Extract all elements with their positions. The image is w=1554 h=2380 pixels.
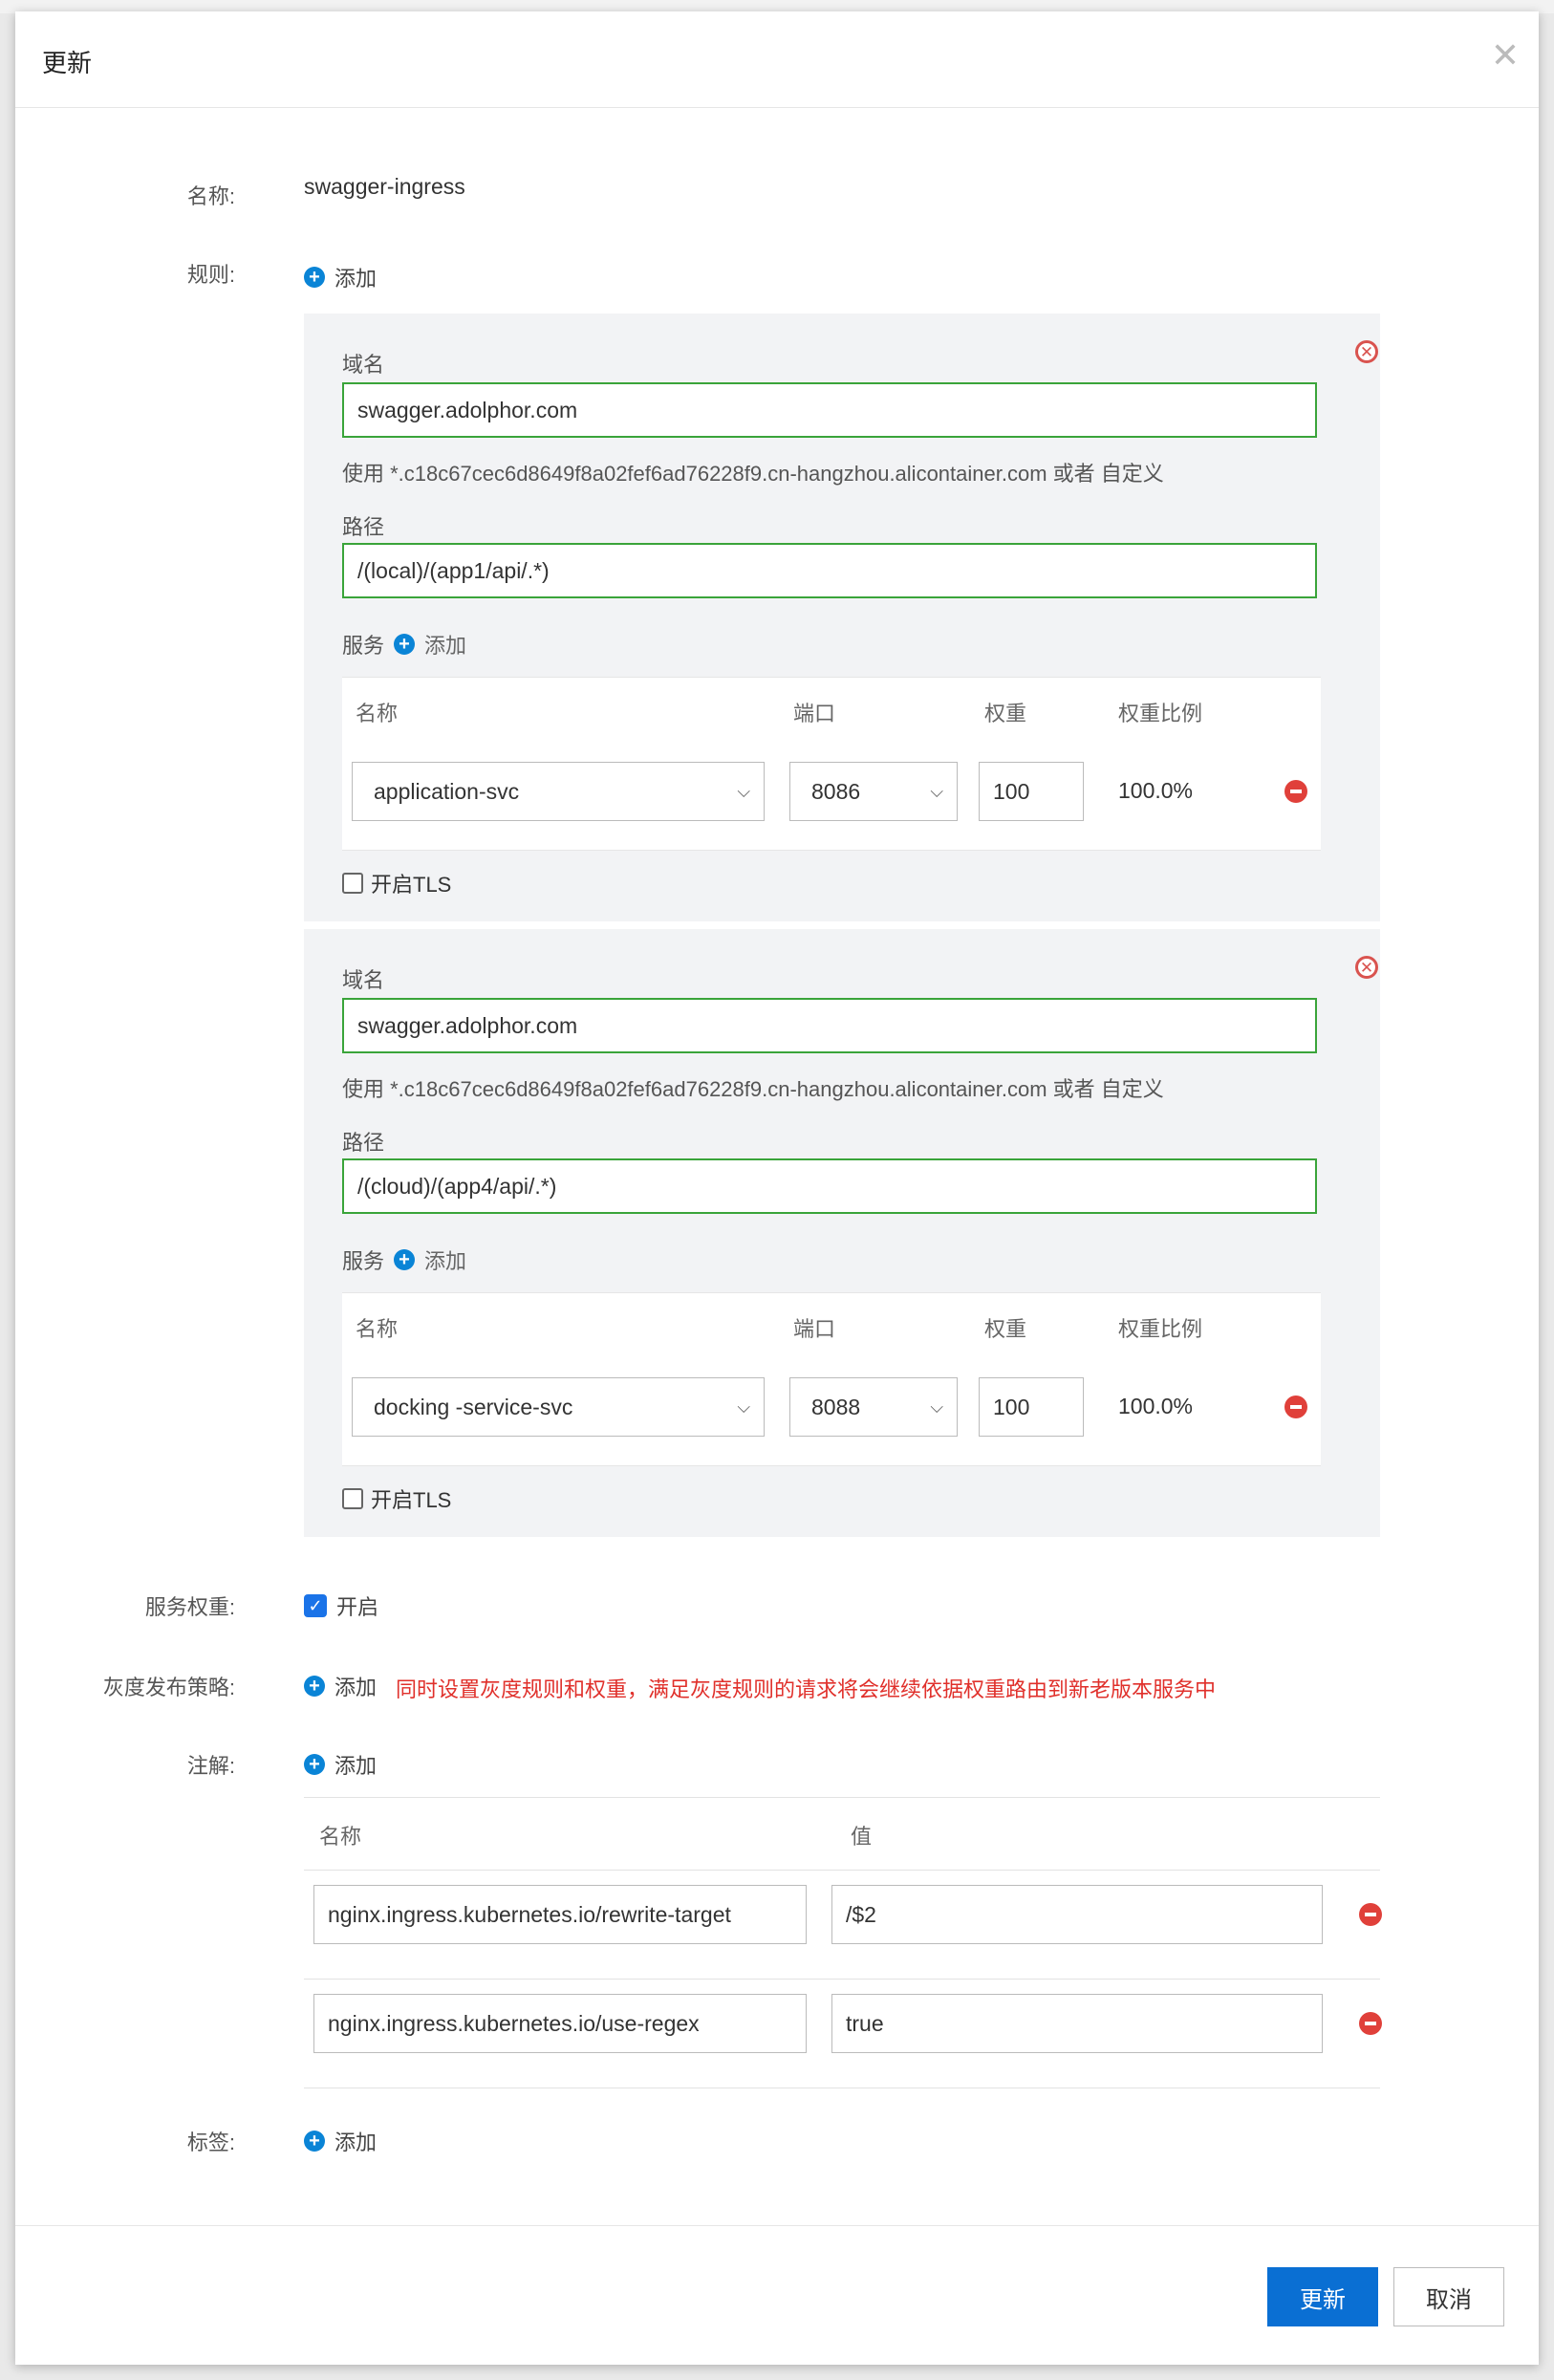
update-dialog: 更新 ✕ 名称: swagger-ingress 规则: + 添加 ✕ 域名 s… — [15, 11, 1539, 2365]
footer-divider — [15, 2225, 1539, 2226]
plus-icon: + — [304, 1676, 325, 1697]
delete-rule-icon[interactable]: ✕ — [1355, 956, 1378, 979]
plus-icon: + — [304, 2131, 325, 2152]
rules-label: 规则: — [186, 263, 235, 287]
tls-checkbox[interactable]: 开启TLS — [342, 1483, 451, 1514]
weight-ratio: 100.0% — [1118, 778, 1194, 803]
domain-input[interactable]: swagger.adolphor.com — [342, 382, 1317, 438]
col-port: 端口 — [793, 702, 836, 725]
remove-service-icon[interactable] — [1284, 1396, 1307, 1418]
tls-checkbox[interactable]: 开启TLS — [342, 868, 451, 898]
service-name-value: application-svc — [374, 779, 520, 804]
col-ratio: 权重比例 — [1118, 702, 1203, 725]
service-name-select[interactable]: docking -service-svc ⌵ — [352, 1377, 765, 1437]
service-weight-checkbox[interactable]: ✓ 开启 — [304, 1590, 378, 1621]
chevron-down-icon: ⌵ — [737, 782, 750, 801]
checkmark-icon: ✓ — [304, 1594, 327, 1617]
plus-icon: + — [394, 634, 416, 655]
annotation-name-input[interactable]: nginx.ingress.kubernetes.io/rewrite-targ… — [313, 1885, 807, 1944]
service-add-row[interactable]: 服务 + 添加 — [342, 629, 466, 660]
chevron-down-icon: ⌵ — [930, 782, 943, 801]
domain-input[interactable]: swagger.adolphor.com — [342, 998, 1317, 1053]
col-name: 名称 — [356, 702, 399, 725]
checkbox-icon — [342, 1488, 363, 1509]
service-label: 服务 — [342, 1249, 385, 1273]
gray-release-note: 同时设置灰度规则和权重，满足灰度规则的请求将会继续依据权重路由到新老版本服务中 — [396, 1677, 1217, 1701]
ingress-name: swagger-ingress — [304, 174, 465, 199]
service-port-select[interactable]: 8088 ⌵ — [789, 1377, 958, 1437]
path-input[interactable]: /(cloud)/(app4/api/.*) — [342, 1158, 1317, 1214]
name-label: 名称: — [186, 184, 235, 208]
service-weight-on-label: 开启 — [336, 1595, 379, 1619]
annotation-value-input[interactable]: /$2 — [831, 1885, 1323, 1944]
chevron-down-icon: ⌵ — [930, 1397, 943, 1417]
dialog-title: 更新 — [42, 49, 93, 77]
weight-input[interactable]: 100 — [979, 1377, 1084, 1437]
dialog-header: 更新 ✕ — [15, 11, 1539, 108]
service-weight-label: 服务权重: — [144, 1595, 235, 1619]
close-icon[interactable]: ✕ — [1491, 38, 1520, 73]
rule-panel-2: ✕ 域名 swagger.adolphor.com 使用 *.c18c67cec… — [304, 929, 1380, 1537]
divider — [304, 1797, 1380, 1798]
update-button[interactable]: 更新 — [1267, 2267, 1378, 2326]
checkbox-icon — [342, 873, 363, 894]
col-annotation-name: 名称 — [319, 1825, 362, 1849]
domain-label: 域名 — [342, 353, 385, 377]
gray-release-label: 灰度发布策略: — [102, 1676, 235, 1699]
weight-ratio: 100.0% — [1118, 1394, 1194, 1418]
remove-service-icon[interactable] — [1284, 780, 1307, 803]
domain-hint: 使用 *.c18c67cec6d8649f8a02fef6ad76228f9.c… — [342, 462, 1164, 486]
service-port-select[interactable]: 8086 ⌵ — [789, 762, 958, 821]
tls-label: 开启TLS — [371, 873, 452, 897]
add-tag-button[interactable]: + 添加 — [304, 2126, 377, 2156]
service-add-row[interactable]: 服务 + 添加 — [342, 1244, 466, 1275]
remove-annotation-icon[interactable] — [1359, 1903, 1382, 1926]
service-port-value: 8088 — [811, 1395, 861, 1419]
domain-label: 域名 — [342, 968, 385, 992]
add-annotation-label: 添加 — [335, 1754, 378, 1778]
add-gray-release-label: 添加 — [335, 1676, 378, 1699]
plus-icon: + — [304, 267, 325, 288]
path-label: 路径 — [342, 515, 385, 539]
annotation-value-input[interactable]: true — [831, 1994, 1323, 2053]
col-annotation-value: 值 — [851, 1825, 873, 1849]
divider — [304, 1870, 1380, 1871]
domain-hint: 使用 *.c18c67cec6d8649f8a02fef6ad76228f9.c… — [342, 1077, 1164, 1101]
tls-label: 开启TLS — [371, 1488, 452, 1512]
service-table: 名称 端口 权重 权重比例 docking -service-svc ⌵ 808… — [342, 1292, 1321, 1466]
service-add-label: 添加 — [424, 1249, 467, 1273]
service-add-label: 添加 — [424, 634, 467, 658]
service-label: 服务 — [342, 634, 385, 658]
annotation-name-input[interactable]: nginx.ingress.kubernetes.io/use-regex — [313, 1994, 807, 2053]
rule-panel-1: ✕ 域名 swagger.adolphor.com 使用 *.c18c67cec… — [304, 314, 1380, 921]
add-tag-label: 添加 — [335, 2131, 378, 2154]
remove-annotation-icon[interactable] — [1359, 2012, 1382, 2035]
annotations-label: 注解: — [186, 1754, 235, 1778]
add-annotation-button[interactable]: + 添加 — [304, 1749, 377, 1780]
divider — [304, 1979, 1380, 1980]
col-ratio: 权重比例 — [1118, 1317, 1203, 1341]
service-name-select[interactable]: application-svc ⌵ — [352, 762, 765, 821]
cancel-button[interactable]: 取消 — [1393, 2267, 1504, 2326]
chevron-down-icon: ⌵ — [737, 1397, 750, 1417]
col-weight: 权重 — [984, 702, 1027, 725]
path-label: 路径 — [342, 1131, 385, 1155]
col-port: 端口 — [793, 1317, 836, 1341]
service-name-value: docking -service-svc — [374, 1395, 573, 1419]
service-table: 名称 端口 权重 权重比例 application-svc ⌵ 8086 ⌵ 1… — [342, 677, 1321, 851]
add-gray-release-button[interactable]: + 添加 — [304, 1671, 377, 1701]
plus-icon: + — [394, 1249, 416, 1270]
add-rule-label: 添加 — [335, 267, 378, 291]
service-port-value: 8086 — [811, 779, 861, 804]
plus-icon: + — [304, 1754, 325, 1775]
weight-input[interactable]: 100 — [979, 762, 1084, 821]
delete-rule-icon[interactable]: ✕ — [1355, 340, 1378, 363]
annotations-table: 名称 值 nginx.ingress.kubernetes.io/rewrite… — [304, 1797, 1382, 2091]
add-rule-button[interactable]: + 添加 — [304, 262, 377, 292]
col-name: 名称 — [356, 1317, 399, 1341]
col-weight: 权重 — [984, 1317, 1027, 1341]
tags-label: 标签: — [186, 2131, 235, 2154]
path-input[interactable]: /(local)/(app1/api/.*) — [342, 543, 1317, 598]
